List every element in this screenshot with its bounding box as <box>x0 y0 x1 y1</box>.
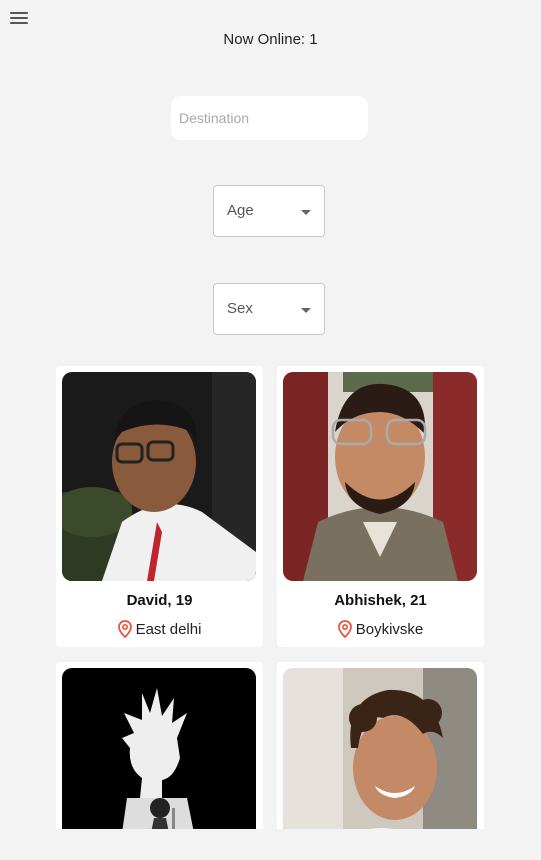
map-pin-icon <box>337 620 352 642</box>
map-pin-icon <box>117 620 132 642</box>
profile-location-text: East delhi <box>135 621 202 638</box>
profile-location-text: Boykivske <box>355 621 424 638</box>
profile-photo <box>62 668 256 829</box>
profile-card[interactable] <box>277 662 484 829</box>
profile-name-age: Abhishek, 21 <box>334 592 427 609</box>
profile-card[interactable]: Abhishek, 21 Boykivske <box>277 366 484 647</box>
profile-location: East delhi <box>56 620 263 642</box>
profile-name-age: David, 19 <box>126 592 193 609</box>
profile-location: Boykivske <box>277 620 484 642</box>
profile-card[interactable]: David, 19 East delhi <box>56 366 263 647</box>
app-page: Now Online: 1 Age Sex <box>0 0 541 860</box>
profile-photo <box>283 668 477 829</box>
profile-photo <box>283 372 477 581</box>
profile-grid: David, 19 East delhi Abhishek, 21 Boykiv… <box>0 0 541 829</box>
profile-card[interactable] <box>56 662 263 829</box>
profile-photo <box>62 372 256 581</box>
